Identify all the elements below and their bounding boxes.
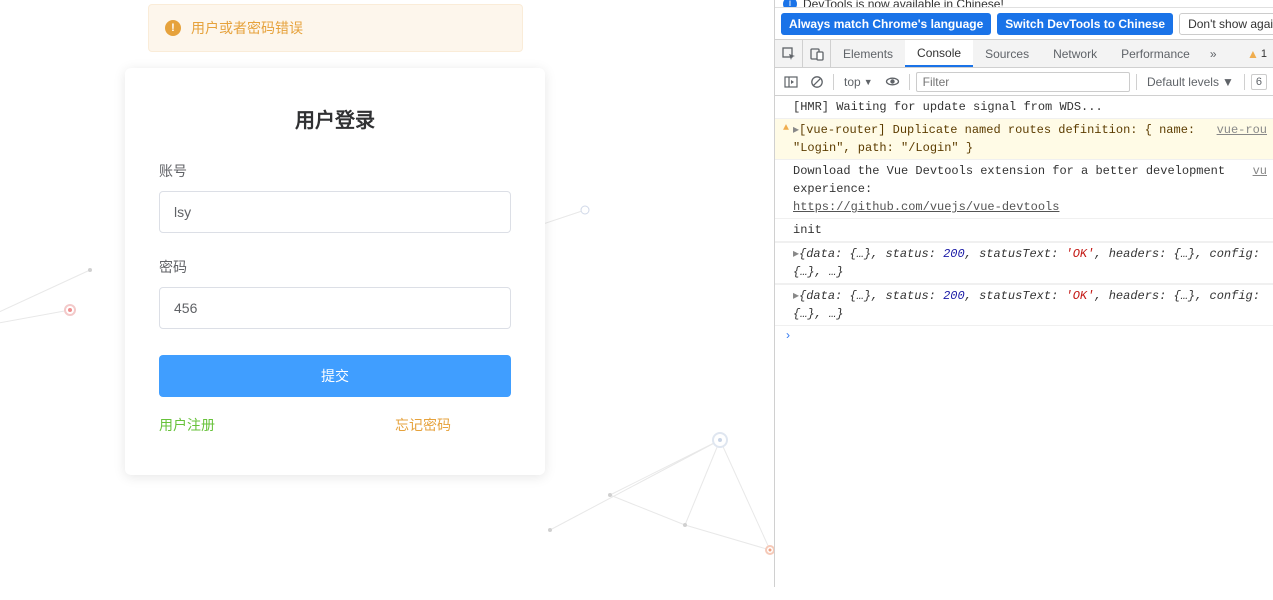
link-row: 用户注册 忘记密码 — [159, 415, 511, 435]
log-source-link[interactable]: vu — [1245, 162, 1267, 180]
devtools-tabs: Elements Console Sources Network Perform… — [775, 40, 1273, 68]
console-log-line: ▸{data: {…}, status: 200, statusText: 'O… — [775, 284, 1273, 326]
app-viewport: ! 用户或者密码错误 用户登录 账号 密码 提交 用户注册 忘记密码 — [0, 0, 774, 587]
console-toolbar: top▼ Default levels▼ 6 — [775, 68, 1273, 96]
log-message: [HMR] Waiting for update signal from WDS… — [793, 98, 1267, 116]
account-input[interactable] — [159, 191, 511, 233]
console-prompt[interactable]: › — [775, 326, 1273, 346]
login-title: 用户登录 — [159, 104, 511, 133]
register-link[interactable]: 用户注册 — [159, 415, 335, 435]
bg-decoration — [540, 400, 790, 600]
match-language-button[interactable]: Always match Chrome's language — [781, 13, 991, 35]
tab-console[interactable]: Console — [905, 40, 973, 67]
devtools-extension-link[interactable]: https://github.com/vuejs/vue-devtools — [793, 200, 1059, 214]
prompt-caret-icon: › — [781, 329, 795, 343]
console-warning-line: ▲ ▸[vue-router] Duplicate named routes d… — [775, 119, 1273, 160]
warning-icon: ▲ — [779, 121, 793, 136]
devtools-info-bar: i DevTools is now available in Chinese! — [775, 0, 1273, 8]
console-filter-input[interactable] — [916, 72, 1130, 92]
devtools-language-bar: Always match Chrome's language Switch De… — [775, 8, 1273, 40]
live-expression-icon[interactable] — [883, 72, 903, 92]
more-tabs-icon[interactable]: » — [1202, 40, 1225, 67]
clear-console-icon[interactable] — [807, 72, 827, 92]
alert-text: 用户或者密码错误 — [191, 18, 303, 38]
dismiss-language-button[interactable]: Don't show again — [1179, 13, 1273, 35]
tab-sources[interactable]: Sources — [973, 40, 1041, 67]
device-toolbar-icon[interactable] — [803, 40, 831, 67]
password-label: 密码 — [159, 257, 511, 277]
log-message: ▸{data: {…}, status: 200, statusText: 'O… — [793, 287, 1267, 323]
warning-count-badge[interactable]: ▲1 — [1241, 40, 1273, 67]
tab-network[interactable]: Network — [1041, 40, 1109, 67]
console-log-line: init — [775, 219, 1273, 242]
console-output: [HMR] Waiting for update signal from WDS… — [775, 96, 1273, 587]
tab-performance[interactable]: Performance — [1109, 40, 1202, 67]
login-card: 用户登录 账号 密码 提交 用户注册 忘记密码 — [125, 68, 545, 475]
bg-decoration — [540, 200, 600, 230]
devtools-panel: i DevTools is now available in Chinese! … — [774, 0, 1273, 587]
password-input[interactable] — [159, 287, 511, 329]
switch-language-button[interactable]: Switch DevTools to Chinese — [997, 13, 1173, 35]
log-message: ▸[vue-router] Duplicate named routes def… — [793, 121, 1209, 157]
info-text: DevTools is now available in Chinese! — [803, 0, 1004, 8]
inspect-element-icon[interactable] — [775, 40, 803, 67]
console-log-line: ▸{data: {…}, status: 200, statusText: 'O… — [775, 242, 1273, 284]
context-selector[interactable]: top▼ — [840, 73, 877, 91]
account-label: 账号 — [159, 161, 511, 181]
hidden-messages-count[interactable]: 6 — [1251, 74, 1267, 90]
log-levels-selector[interactable]: Default levels▼ — [1143, 75, 1238, 89]
console-sidebar-toggle-icon[interactable] — [781, 72, 801, 92]
tab-elements[interactable]: Elements — [831, 40, 905, 67]
log-source-link[interactable]: vue-rou — [1209, 121, 1267, 139]
log-message: Download the Vue Devtools extension for … — [793, 162, 1245, 216]
info-icon: i — [783, 0, 797, 8]
error-alert: ! 用户或者密码错误 — [148, 4, 523, 52]
log-message: init — [793, 221, 1267, 239]
console-log-line: [HMR] Waiting for update signal from WDS… — [775, 96, 1273, 119]
submit-button[interactable]: 提交 — [159, 355, 511, 397]
console-log-line: Download the Vue Devtools extension for … — [775, 160, 1273, 219]
forgot-password-link[interactable]: 忘记密码 — [335, 415, 511, 435]
warning-icon: ! — [165, 20, 181, 36]
log-message: ▸{data: {…}, status: 200, statusText: 'O… — [793, 245, 1267, 281]
